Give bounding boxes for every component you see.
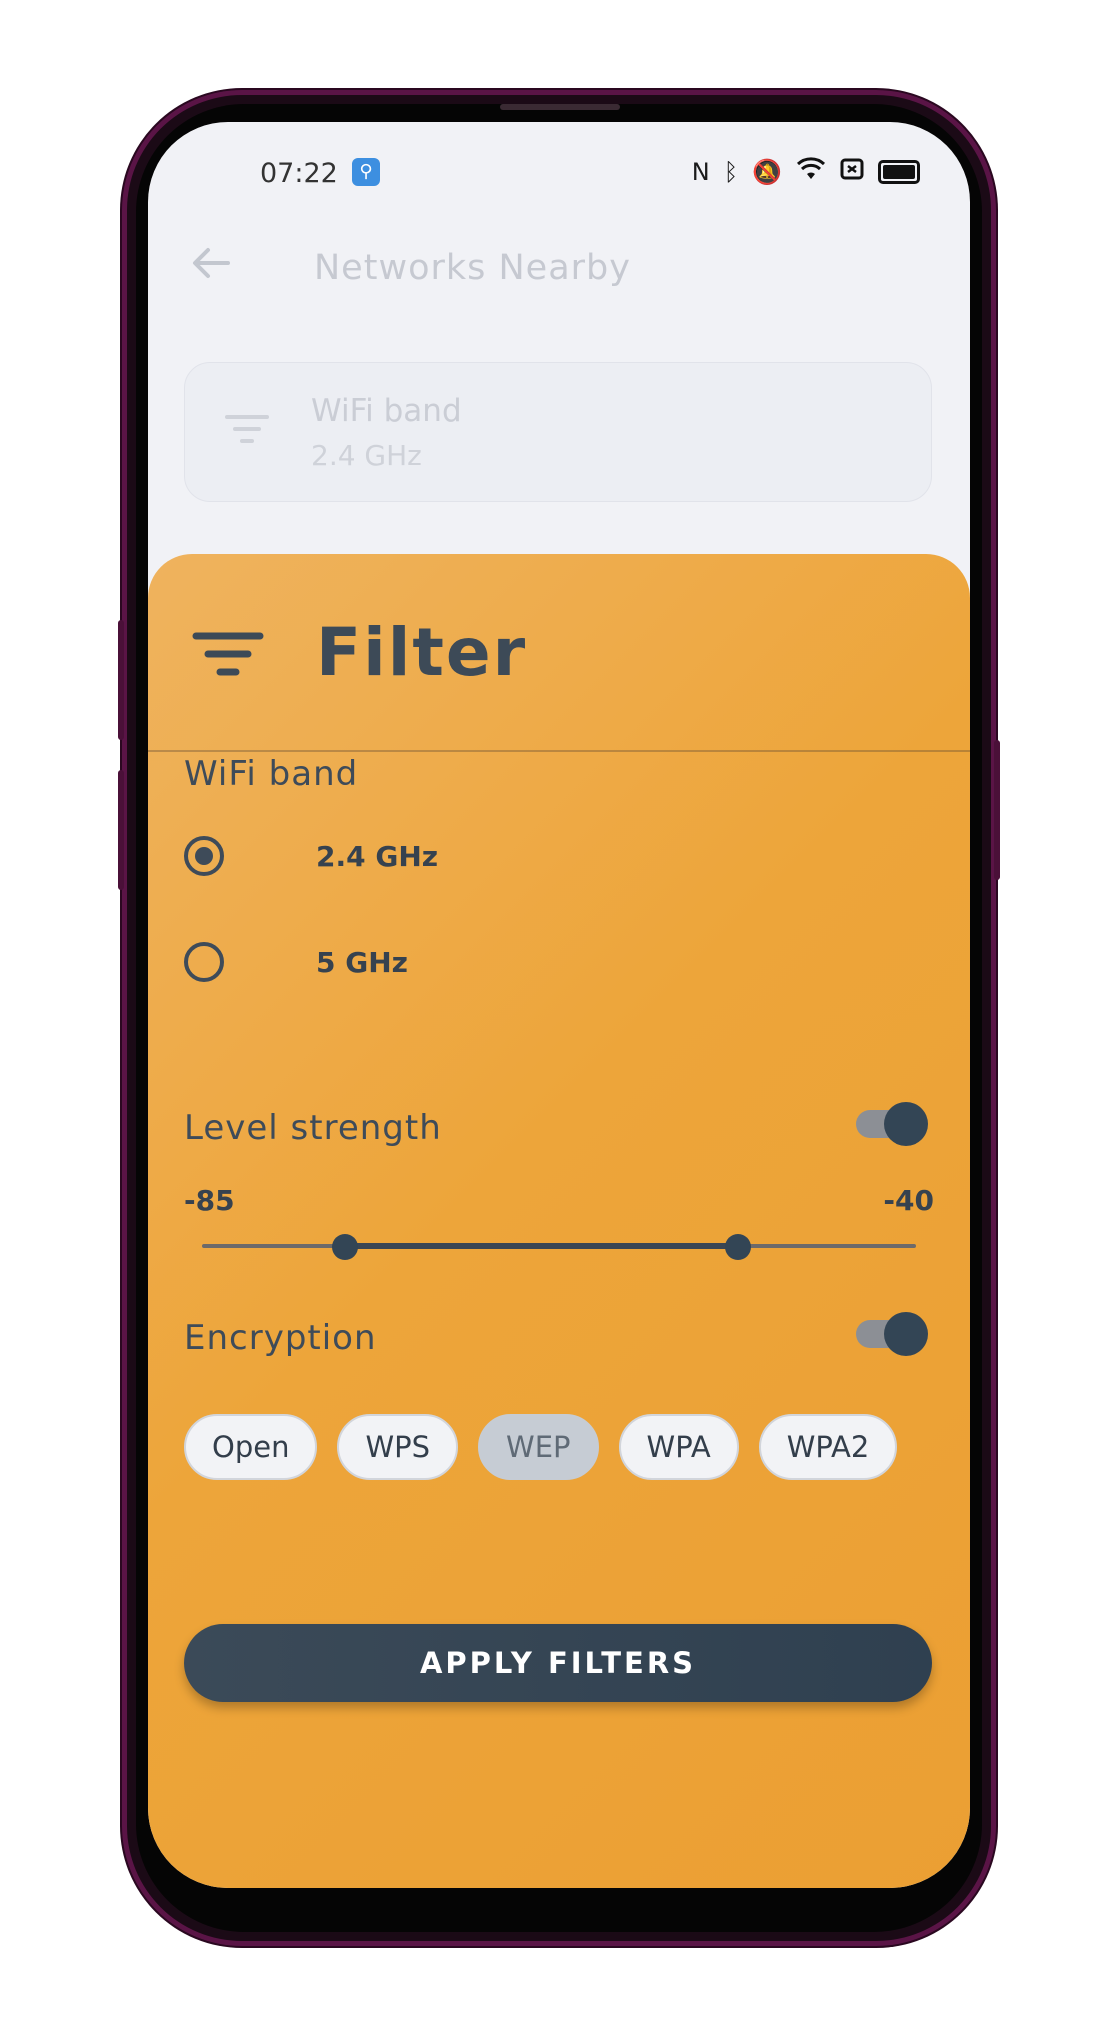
back-arrow-icon[interactable] — [190, 242, 232, 294]
earpiece-speaker — [500, 104, 620, 110]
mute-icon: 🔕 — [752, 158, 782, 186]
usb-icon: ⚲ — [352, 158, 380, 186]
chip-wep[interactable]: WEP — [478, 1414, 599, 1480]
radio-5ghz[interactable] — [184, 942, 224, 982]
toggle-knob — [884, 1312, 928, 1356]
phone-screen: 07:22 ⚲ N ᛒ 🔕 Networks Nearby WiFi band … — [148, 122, 970, 1888]
encryption-label: Encryption — [184, 1318, 377, 1358]
filter-icon — [225, 413, 269, 453]
radio-2-4ghz-label[interactable]: 2.4 GHz — [316, 840, 438, 873]
encryption-toggle[interactable] — [856, 1312, 928, 1356]
toggle-knob — [884, 1102, 928, 1146]
sim-icon — [840, 158, 864, 186]
battery-icon — [878, 160, 920, 184]
chip-wpa2[interactable]: WPA2 — [758, 1414, 898, 1480]
level-strength-toggle[interactable] — [856, 1102, 928, 1146]
nfc-icon: N — [691, 158, 710, 186]
chip-open[interactable]: Open — [184, 1414, 318, 1480]
status-icons: N ᛒ 🔕 — [692, 156, 920, 188]
radio-5ghz-label[interactable]: 5 GHz — [316, 946, 408, 979]
sheet-title: Filter — [316, 614, 528, 691]
filter-icon — [192, 630, 264, 686]
filter-card-value: 2.4 GHz — [311, 439, 422, 472]
page-title: Networks Nearby — [314, 248, 631, 288]
level-range-slider[interactable] — [202, 1226, 916, 1266]
sheet-header: Filter — [148, 554, 970, 752]
power-button — [994, 740, 1000, 880]
slider-thumb-high[interactable] — [724, 1234, 751, 1260]
status-time: 07:22 — [260, 158, 338, 189]
radio-2-4ghz[interactable] — [184, 836, 224, 876]
filter-bottom-sheet: Filter WiFi band 2.4 GHz 5 GHz Level str… — [148, 554, 970, 1888]
active-filter-card[interactable]: WiFi band 2.4 GHz — [184, 362, 932, 502]
slider-thumb-low[interactable] — [331, 1234, 358, 1260]
encryption-chips: Open WPS WEP WPA WPA2 — [184, 1414, 898, 1480]
volume-up-button — [118, 620, 124, 740]
bluetooth-icon: ᛒ — [723, 158, 739, 186]
chip-wps[interactable]: WPS — [337, 1414, 459, 1480]
wifi-band-label: WiFi band — [184, 754, 359, 794]
volume-down-button — [118, 770, 124, 890]
filter-card-label: WiFi band — [311, 393, 462, 429]
apply-filters-button[interactable]: APPLY FILTERS — [184, 1624, 932, 1702]
chip-wpa[interactable]: WPA — [618, 1414, 739, 1480]
status-bar: 07:22 ⚲ N ᛒ 🔕 — [148, 122, 970, 222]
wifi-icon — [796, 157, 826, 187]
slider-active-range — [344, 1243, 738, 1249]
range-max-label: -40 — [883, 1184, 934, 1217]
range-min-label: -85 — [184, 1184, 235, 1217]
level-strength-label: Level strength — [184, 1108, 442, 1148]
